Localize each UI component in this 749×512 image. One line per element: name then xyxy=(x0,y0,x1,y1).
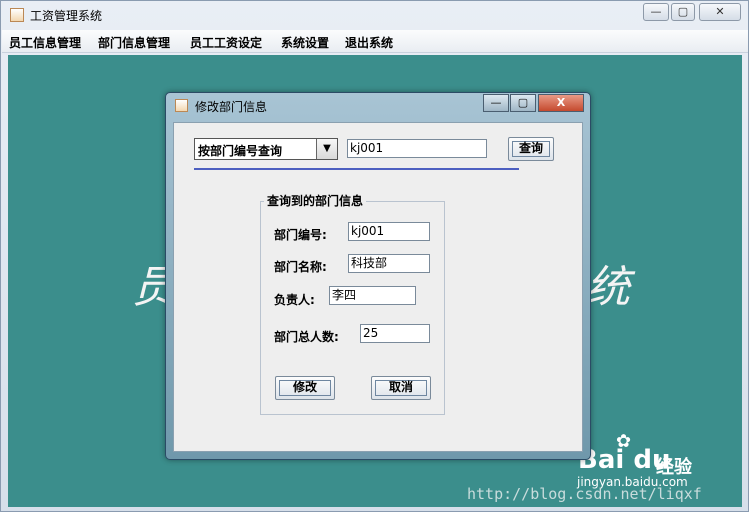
dialog-close-button[interactable]: X xyxy=(538,94,584,112)
dialog-minimize-button[interactable]: — xyxy=(483,94,509,112)
divider-line xyxy=(194,168,519,170)
edit-department-dialog: 修改部门信息 — ▢ X 按部门编号查询 ▼ kj001 查询 查询到的部门信息… xyxy=(165,92,591,460)
search-input[interactable]: kj001 xyxy=(347,139,487,158)
menu-employee-info[interactable]: 员工信息管理 xyxy=(9,34,81,51)
modify-button-label: 修改 xyxy=(292,380,317,394)
dept-id-field[interactable]: kj001 xyxy=(348,222,430,241)
window-titlebar[interactable]: 工资管理系统 — ▢ ✕ xyxy=(1,1,748,29)
search-mode-value: 按部门编号查询 xyxy=(198,144,283,158)
main-window: 工资管理系统 — ▢ ✕ 员工信息管理 部门信息管理 员工工资设定 系统设置 退… xyxy=(0,0,749,512)
minimize-button[interactable]: — xyxy=(643,3,669,21)
menu-salary-settings[interactable]: 员工工资设定 xyxy=(190,34,262,51)
modify-button[interactable]: 修改 xyxy=(275,376,335,400)
window-title: 工资管理系统 xyxy=(30,9,103,23)
group-title: 查询到的部门信息 xyxy=(264,192,367,209)
dialog-content: 按部门编号查询 ▼ kj001 查询 查询到的部门信息 部门编号: kj001 … xyxy=(173,122,583,452)
manager-field[interactable]: 李四 xyxy=(329,286,416,305)
background-glyph-right: 统 xyxy=(586,262,630,313)
menu-department-info[interactable]: 部门信息管理 xyxy=(98,34,170,51)
java-app-icon xyxy=(10,8,24,22)
watermark-url: http://blog.csdn.net/liqxf xyxy=(467,485,702,503)
menu-bar: 员工信息管理 部门信息管理 员工工资设定 系统设置 退出系统 xyxy=(2,30,748,53)
close-button[interactable]: ✕ xyxy=(699,3,741,21)
menu-exit[interactable]: 退出系统 xyxy=(345,34,393,51)
dialog-maximize-button[interactable]: ▢ xyxy=(510,94,536,112)
dept-name-field[interactable]: 科技部 xyxy=(348,254,430,273)
dept-id-label: 部门编号: xyxy=(274,228,327,242)
dept-name-label: 部门名称: xyxy=(274,260,327,274)
search-button[interactable]: 查询 xyxy=(508,137,554,161)
chevron-down-icon[interactable]: ▼ xyxy=(316,139,337,159)
search-mode-select[interactable]: 按部门编号查询 ▼ xyxy=(194,138,338,160)
menu-system-settings[interactable]: 系统设置 xyxy=(281,34,329,51)
headcount-label: 部门总人数: xyxy=(274,330,339,344)
maximize-button[interactable]: ▢ xyxy=(671,3,695,21)
cancel-button-label: 取消 xyxy=(388,380,413,394)
manager-label: 负责人: xyxy=(274,293,315,307)
search-button-label: 查询 xyxy=(518,141,543,155)
headcount-field[interactable]: 25 xyxy=(360,324,430,343)
java-app-icon xyxy=(175,99,188,112)
dialog-title: 修改部门信息 xyxy=(195,100,268,114)
cancel-button[interactable]: 取消 xyxy=(371,376,431,400)
